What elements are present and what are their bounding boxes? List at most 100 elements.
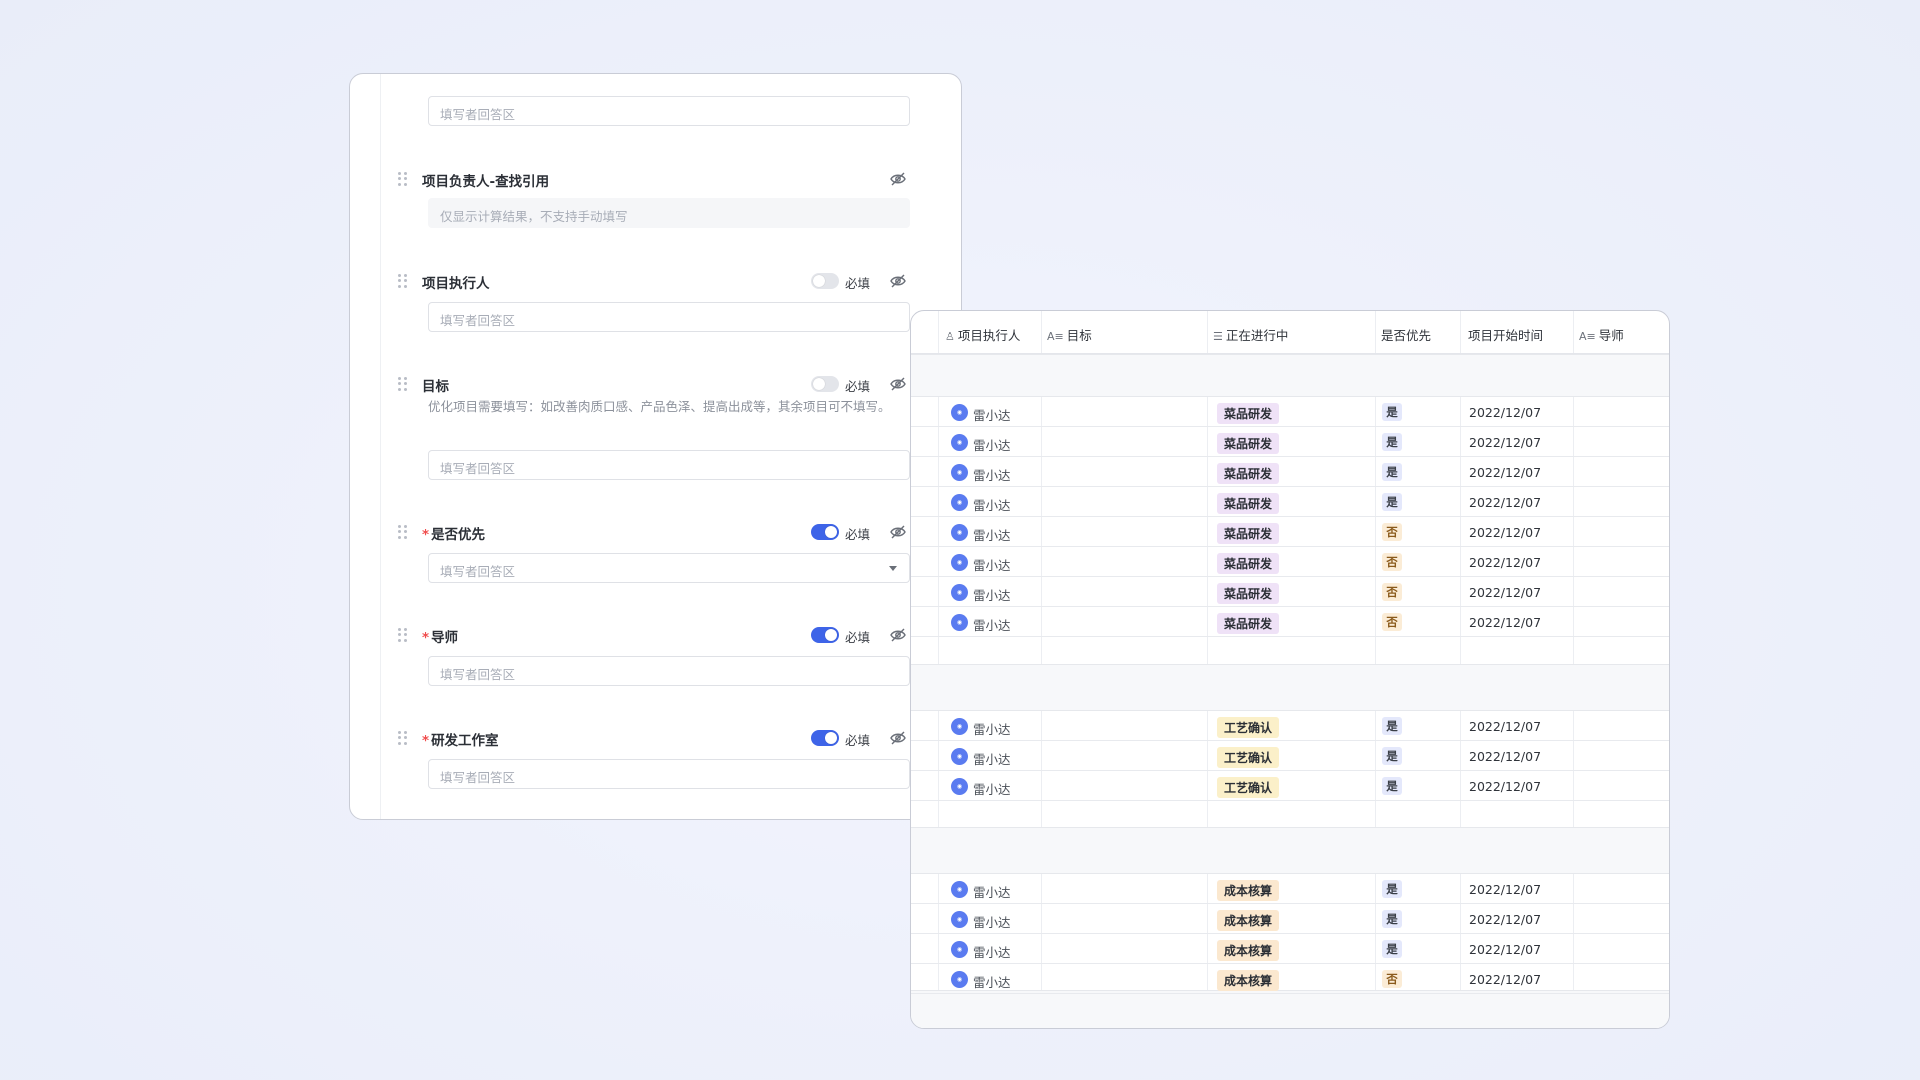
priority-badge: 是 <box>1382 880 1402 898</box>
table-row[interactable]: ◉ 雷小达 工艺确认 是 2022/12/07 <box>911 771 1669 801</box>
start-date: 2022/12/07 <box>1469 912 1542 927</box>
drag-handle-icon[interactable] <box>398 525 407 539</box>
priority-badge: 是 <box>1382 910 1402 928</box>
form-field-project-owner: 项目负责人-查找引用 <box>350 170 961 190</box>
priority-select[interactable]: 填写者回答区 <box>428 553 910 583</box>
field-label: * 研发工作室 <box>422 729 499 749</box>
table-row[interactable]: ◉ 雷小达 菜品研发 否 2022/12/07 <box>911 577 1669 607</box>
field-label: * 导师 <box>422 626 458 646</box>
start-date: 2022/12/07 <box>1469 615 1542 630</box>
drag-handle-icon[interactable] <box>398 377 407 391</box>
eye-slash-icon[interactable] <box>889 171 907 187</box>
column-header-status[interactable]: ☰ 正在进行中 <box>1213 325 1288 344</box>
answer-input[interactable]: 填写者回答区 <box>428 450 910 480</box>
column-header-start-time[interactable]: 项目开始时间 <box>1468 325 1543 344</box>
answer-input[interactable]: 填写者回答区 <box>428 759 910 789</box>
executor-name: 雷小达 <box>973 885 1011 900</box>
table-row[interactable]: ◉ 雷小达 工艺确认 是 2022/12/07 <box>911 741 1669 771</box>
form-field-goal: 目标 必填 <box>350 375 961 395</box>
status-tag: 菜品研发 <box>1217 583 1280 604</box>
column-header-label: 项目开始时间 <box>1468 328 1544 343</box>
avatar: ◉ <box>951 614 968 631</box>
drag-handle-icon[interactable] <box>398 274 407 288</box>
field-label: 目标 <box>422 375 449 395</box>
table-row[interactable]: ◉ 雷小达 菜品研发 是 2022/12/07 <box>911 487 1669 517</box>
executor-name: 雷小达 <box>973 438 1011 453</box>
table-row[interactable]: ◉ 雷小达 成本核算 是 2022/12/07 <box>911 874 1669 904</box>
field-label: 项目负责人-查找引用 <box>422 170 549 190</box>
answer-input[interactable]: 填写者回答区 <box>428 656 910 686</box>
executor-name: 雷小达 <box>973 528 1011 543</box>
start-date: 2022/12/07 <box>1469 719 1542 734</box>
start-date: 2022/12/07 <box>1469 972 1542 987</box>
priority-badge: 否 <box>1382 970 1402 988</box>
column-header-label: 是否优先 <box>1381 328 1432 343</box>
required-toggle[interactable] <box>811 627 839 643</box>
form-field-mentor: * 导师 必填 <box>350 626 961 646</box>
start-date: 2022/12/07 <box>1469 779 1542 794</box>
answer-input[interactable]: 填写者回答区 <box>428 302 910 332</box>
column-header-executor[interactable]: ♙ 项目执行人 <box>945 325 1020 344</box>
status-tag: 菜品研发 <box>1217 523 1280 544</box>
required-star: * <box>422 527 430 543</box>
avatar: ◉ <box>951 554 968 571</box>
group-header-band <box>911 354 1669 397</box>
avatar: ◉ <box>951 971 968 988</box>
executor-name: 雷小达 <box>973 915 1011 930</box>
start-date: 2022/12/07 <box>1469 495 1542 510</box>
executor-name: 雷小达 <box>973 752 1011 767</box>
priority-badge: 是 <box>1382 777 1402 795</box>
chevron-down-icon[interactable] <box>889 566 897 571</box>
required-toggle[interactable] <box>811 376 839 392</box>
drag-handle-icon[interactable] <box>398 731 407 745</box>
group-footer-band <box>911 990 1669 1028</box>
required-label: 必填 <box>845 527 871 542</box>
eye-slash-icon[interactable] <box>889 730 907 746</box>
eye-slash-icon[interactable] <box>889 524 907 540</box>
eye-slash-icon[interactable] <box>889 273 907 289</box>
priority-badge: 是 <box>1382 403 1402 421</box>
required-label: 必填 <box>845 276 871 291</box>
required-toggle[interactable] <box>811 273 839 289</box>
eye-slash-icon[interactable] <box>889 627 907 643</box>
table-row[interactable]: ◉ 雷小达 成本核算 是 2022/12/07 <box>911 934 1669 964</box>
avatar: ◉ <box>951 748 968 765</box>
required-toggle[interactable] <box>811 730 839 746</box>
status-tag: 成本核算 <box>1217 880 1280 901</box>
start-date: 2022/12/07 <box>1469 585 1542 600</box>
table-row[interactable]: ◉ 雷小达 工艺确认 是 2022/12/07 <box>911 711 1669 741</box>
executor-name: 雷小达 <box>973 782 1011 797</box>
field-label-text: 项目负责人-查找引用 <box>422 174 550 190</box>
column-header-label: 项目执行人 <box>957 328 1021 343</box>
eye-slash-icon[interactable] <box>889 376 907 392</box>
form-field-studio: * 研发工作室 必填 <box>350 729 961 749</box>
start-date: 2022/12/07 <box>1469 555 1542 570</box>
table-header: ♙ 项目执行人 A≡ 目标 ☰ 正在进行中 是否优先 项目开始时间 A≡ 导师 <box>911 311 1669 354</box>
table-row[interactable]: ◉ 雷小达 成本核算 是 2022/12/07 <box>911 904 1669 934</box>
priority-badge: 是 <box>1382 463 1402 481</box>
column-header-priority[interactable]: 是否优先 <box>1381 325 1431 344</box>
drag-handle-icon[interactable] <box>398 628 407 642</box>
drag-handle-icon[interactable] <box>398 172 407 186</box>
table-row[interactable]: ◉ 雷小达 菜品研发 否 2022/12/07 <box>911 517 1669 547</box>
table-row[interactable]: ◉ 雷小达 菜品研发 否 2022/12/07 <box>911 607 1669 637</box>
status-tag: 成本核算 <box>1217 910 1280 931</box>
avatar: ◉ <box>951 778 968 795</box>
priority-badge: 否 <box>1382 583 1402 601</box>
field-label-text: 项目执行人 <box>422 276 490 292</box>
computed-result-field: 仅显示计算结果，不支持手动填写 <box>428 198 910 228</box>
table-row[interactable]: ◉ 雷小达 菜品研发 是 2022/12/07 <box>911 457 1669 487</box>
answer-input[interactable]: 填写者回答区 <box>428 96 910 126</box>
priority-badge: 是 <box>1382 493 1402 511</box>
required-toggle[interactable] <box>811 524 839 540</box>
table-row[interactable]: ◉ 雷小达 菜品研发 是 2022/12/07 <box>911 397 1669 427</box>
column-header-mentor[interactable]: A≡ 导师 <box>1579 325 1624 344</box>
table-row[interactable]: ◉ 雷小达 菜品研发 否 2022/12/07 <box>911 547 1669 577</box>
table-row[interactable]: ◉ 雷小达 成本核算 否 2022/12/07 <box>911 964 1669 994</box>
avatar: ◉ <box>951 524 968 541</box>
column-header-goal[interactable]: A≡ 目标 <box>1047 325 1092 344</box>
table-row[interactable]: ◉ 雷小达 菜品研发 是 2022/12/07 <box>911 427 1669 457</box>
status-tag: 工艺确认 <box>1217 747 1280 768</box>
priority-badge: 否 <box>1382 613 1402 631</box>
group-header-band <box>911 664 1669 711</box>
